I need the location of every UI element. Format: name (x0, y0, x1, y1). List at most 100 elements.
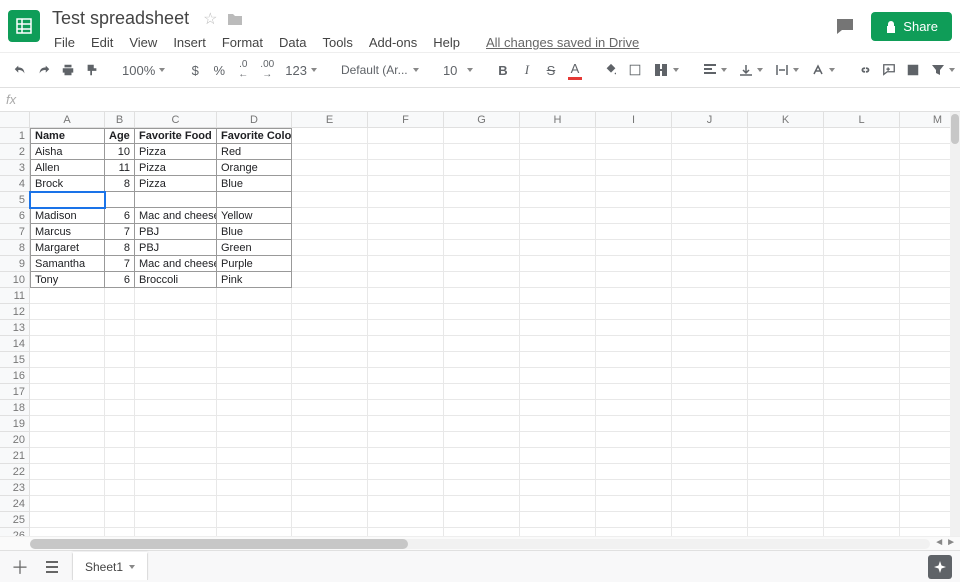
sheets-logo[interactable] (8, 10, 40, 42)
cell[interactable] (520, 352, 596, 368)
cell[interactable] (520, 192, 596, 208)
cell[interactable] (672, 240, 748, 256)
cell[interactable] (30, 496, 105, 512)
cell[interactable] (292, 480, 368, 496)
cell[interactable] (135, 464, 217, 480)
cell[interactable] (824, 512, 900, 528)
cell[interactable]: Yellow (217, 208, 292, 224)
cell[interactable] (368, 480, 444, 496)
cell[interactable] (368, 192, 444, 208)
sheet-tab-sheet1[interactable]: Sheet1 (72, 552, 148, 580)
row-header[interactable]: 18 (0, 400, 30, 416)
insert-link-button[interactable] (855, 58, 875, 82)
cell[interactable] (217, 528, 292, 536)
cell[interactable] (748, 144, 824, 160)
cell[interactable]: Tony (30, 272, 105, 288)
cell[interactable] (824, 176, 900, 192)
col-header[interactable]: H (520, 112, 596, 128)
cell[interactable]: Madison (30, 208, 105, 224)
cell[interactable]: Favorite Color (217, 128, 292, 144)
cell[interactable]: Mac and cheese (135, 256, 217, 272)
cell[interactable] (596, 480, 672, 496)
cell[interactable]: Pink (217, 272, 292, 288)
cell[interactable]: Samantha (30, 256, 105, 272)
cell[interactable] (596, 528, 672, 536)
cell[interactable] (672, 496, 748, 512)
menu-data[interactable]: Data (273, 33, 312, 52)
cell[interactable] (135, 528, 217, 536)
star-icon[interactable]: ☆ (203, 9, 217, 29)
cell[interactable] (105, 496, 135, 512)
cell[interactable] (292, 208, 368, 224)
bold-button[interactable]: B (493, 58, 513, 82)
cell[interactable] (596, 192, 672, 208)
cell[interactable] (444, 400, 520, 416)
cell[interactable] (748, 528, 824, 536)
cell[interactable] (135, 304, 217, 320)
cell[interactable] (368, 368, 444, 384)
cell[interactable] (520, 144, 596, 160)
cell[interactable] (824, 160, 900, 176)
cell[interactable] (30, 464, 105, 480)
cell[interactable]: Mac and cheese (135, 208, 217, 224)
cell[interactable]: Broccoli (135, 272, 217, 288)
cell[interactable] (520, 224, 596, 240)
insert-chart-button[interactable] (903, 58, 923, 82)
cell[interactable] (217, 496, 292, 512)
cell[interactable] (748, 496, 824, 512)
cell[interactable] (520, 400, 596, 416)
cell[interactable] (105, 368, 135, 384)
cell[interactable] (368, 160, 444, 176)
row-header[interactable]: 7 (0, 224, 30, 240)
cell[interactable] (135, 384, 217, 400)
cell[interactable] (596, 416, 672, 432)
cell[interactable] (105, 480, 135, 496)
cell[interactable] (217, 320, 292, 336)
cell[interactable] (292, 496, 368, 512)
cell[interactable] (368, 336, 444, 352)
font-size-dropdown[interactable]: 10 (439, 63, 477, 78)
col-header[interactable]: D (217, 112, 292, 128)
cell[interactable] (217, 384, 292, 400)
cell[interactable] (368, 256, 444, 272)
cell[interactable] (672, 320, 748, 336)
cell[interactable] (824, 448, 900, 464)
row-header[interactable]: 19 (0, 416, 30, 432)
cell[interactable] (748, 192, 824, 208)
cell[interactable] (444, 176, 520, 192)
row-header[interactable]: 14 (0, 336, 30, 352)
cell[interactable] (292, 192, 368, 208)
cell[interactable] (520, 528, 596, 536)
cell[interactable]: Margaret (30, 240, 105, 256)
cell[interactable]: Green (217, 240, 292, 256)
cell[interactable] (444, 416, 520, 432)
cell[interactable]: Blue (217, 176, 292, 192)
cell[interactable] (135, 336, 217, 352)
col-header[interactable]: K (748, 112, 824, 128)
row-header[interactable]: 3 (0, 160, 30, 176)
cell[interactable] (292, 400, 368, 416)
menu-addons[interactable]: Add-ons (363, 33, 423, 52)
cell[interactable] (596, 160, 672, 176)
cell[interactable] (596, 144, 672, 160)
cell[interactable] (672, 128, 748, 144)
cell[interactable] (520, 272, 596, 288)
cell[interactable]: Orange (217, 160, 292, 176)
add-sheet-button[interactable]: ＋ (8, 555, 32, 579)
cell[interactable] (748, 320, 824, 336)
cell[interactable] (444, 192, 520, 208)
cell[interactable] (444, 432, 520, 448)
cell[interactable] (292, 416, 368, 432)
undo-button[interactable] (10, 58, 30, 82)
cell[interactable] (135, 448, 217, 464)
cell[interactable] (105, 416, 135, 432)
cell[interactable] (292, 464, 368, 480)
cell[interactable] (824, 496, 900, 512)
increase-decimal-button[interactable]: .00→ (257, 58, 277, 82)
cell[interactable] (135, 480, 217, 496)
cell[interactable] (748, 304, 824, 320)
cell[interactable] (30, 352, 105, 368)
cell[interactable] (292, 448, 368, 464)
cell[interactable] (824, 528, 900, 536)
cell[interactable]: Favorite Food (135, 128, 217, 144)
